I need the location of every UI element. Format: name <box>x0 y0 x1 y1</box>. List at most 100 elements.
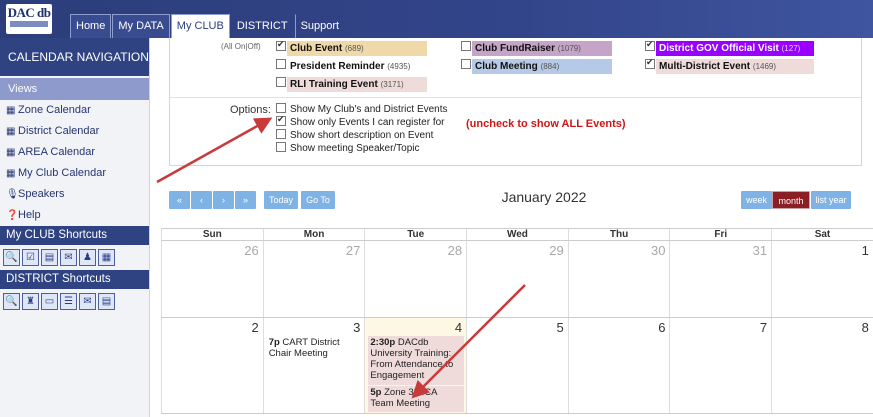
today-button[interactable]: Today <box>264 191 298 209</box>
sidebar-title: CALENDAR NAVIGATION <box>0 38 149 76</box>
calendar-icon: ▦ <box>6 168 16 179</box>
nav-tab-my-data[interactable]: My DATA <box>112 14 170 38</box>
club-directory-icon[interactable]: ▤ <box>41 249 58 266</box>
day-cell[interactable]: 1 <box>771 241 873 317</box>
folder-icon[interactable]: ▭ <box>41 293 58 310</box>
filter-district-gov-official-visit[interactable]: District GOV Official Visit (127) <box>656 41 814 56</box>
month-calendar-grid: Sun Mon Tue Wed Thu Fri Sat 26 27 28 29 … <box>161 228 873 414</box>
calendar-toolbar: « ‹ › » Today Go To January 2022 week mo… <box>169 189 862 209</box>
club-meeting-checkbox[interactable] <box>461 59 471 69</box>
nav-tab-district[interactable]: DISTRICT <box>231 14 294 38</box>
all-on-off-toggle[interactable]: (All On|Off) <box>221 42 261 51</box>
attendance-icon[interactable]: ☑ <box>22 249 39 266</box>
list-icon[interactable]: ☰ <box>60 293 77 310</box>
option-checkbox[interactable] <box>276 103 286 114</box>
day-cell[interactable]: 31 <box>669 241 771 317</box>
search-members-icon[interactable]: 🔍 <box>3 249 20 266</box>
day-cell[interactable]: 28 <box>364 241 466 317</box>
nav-tab-my-club[interactable]: My CLUB <box>170 14 230 38</box>
day-cell[interactable]: 7 <box>669 318 771 413</box>
district-gov-visit-checkbox[interactable] <box>645 39 655 51</box>
event-filter-panel: (All On|Off) Club Event (689) President … <box>169 38 862 166</box>
day-cell[interactable]: 5 <box>466 318 568 413</box>
sidebar-item-my-club-calendar[interactable]: ▦ My Club Calendar <box>0 163 149 184</box>
options-label: Options: <box>230 104 271 116</box>
rli-training-checkbox[interactable] <box>276 77 286 87</box>
views-header: Views <box>0 78 149 100</box>
multi-district-checkbox[interactable] <box>645 57 655 69</box>
day-cell[interactable]: 30 <box>567 241 670 317</box>
calendar-event[interactable]: 7p CART District Chair Meeting <box>267 336 363 360</box>
top-navigation-bar: DAC db Home My DATA My CLUB DISTRICT Sup… <box>0 0 873 38</box>
calendar-icon: ▦ <box>6 126 16 137</box>
nav-tab-home[interactable]: Home <box>70 14 112 38</box>
org-chart-icon[interactable]: ♜ <box>22 293 39 310</box>
dow-mon: Mon <box>262 229 365 240</box>
club-fundraiser-checkbox[interactable] <box>461 41 471 51</box>
reports-icon[interactable]: ▦ <box>98 249 115 266</box>
calendar-month-title: January 2022 <box>501 189 587 205</box>
email-icon[interactable]: ✉ <box>60 249 77 266</box>
day-cell-today[interactable]: 4 2:30p DACdb University Training: From … <box>364 318 467 413</box>
directory-icon[interactable]: ▤ <box>98 293 115 310</box>
filter-president-reminder[interactable]: President Reminder (4935) <box>287 59 427 74</box>
filter-multi-district-event[interactable]: Multi-District Event (1469) <box>656 59 814 74</box>
option-checkbox[interactable] <box>276 142 286 153</box>
microphone-icon: 🎙 <box>6 189 19 200</box>
president-reminder-checkbox[interactable] <box>276 59 286 69</box>
week-row: 26 27 28 29 30 31 1 <box>161 241 873 318</box>
club-event-checkbox[interactable] <box>276 39 286 51</box>
dow-tue: Tue <box>364 229 466 240</box>
day-cell[interactable]: 3 7p CART District Chair Meeting <box>262 318 365 413</box>
day-of-week-header: Sun Mon Tue Wed Thu Fri Sat <box>161 228 873 241</box>
dow-wed: Wed <box>466 229 568 240</box>
sidebar-item-speakers[interactable]: 🎙Speakers <box>0 184 149 205</box>
filter-club-meeting[interactable]: Club Meeting (884) <box>472 59 612 74</box>
filter-club-event[interactable]: Club Event (689) <box>287 41 427 56</box>
club-shortcuts-header: My CLUB Shortcuts <box>0 226 149 245</box>
next-year-button[interactable]: » <box>235 191 256 209</box>
calendar-event[interactable]: 5p Zone 33 ICA Team Meeting <box>368 386 465 412</box>
filter-rli-training-event[interactable]: RLI Training Event (3171) <box>287 77 427 92</box>
option-short-description[interactable]: Show short description on Event <box>276 129 433 141</box>
dacdb-logo[interactable]: DAC db <box>6 4 52 34</box>
sidebar-item-area-calendar[interactable]: ▦ AREA Calendar <box>0 142 149 163</box>
district-shortcuts-row: 🔍 ♜ ▭ ☰ ✉ ▤ <box>0 289 149 314</box>
option-show-club-district[interactable]: Show My Club's and District Events <box>276 103 448 115</box>
prev-year-button[interactable]: « <box>169 191 190 209</box>
dow-fri: Fri <box>669 229 771 240</box>
dow-thu: Thu <box>567 229 670 240</box>
option-show-registerable[interactable]: Show only Events I can register for <box>276 114 445 128</box>
option-speaker-topic[interactable]: Show meeting Speaker/Topic <box>276 142 420 154</box>
option-checkbox[interactable] <box>276 129 286 140</box>
nav-tab-support[interactable]: Support <box>294 14 346 38</box>
filter-club-fundraiser[interactable]: Club FundRaiser (1079) <box>472 41 612 56</box>
calendar-event[interactable]: 2:30p DACdb University Training: From At… <box>368 336 465 385</box>
list-year-view-button[interactable]: list year <box>811 191 851 209</box>
day-cell[interactable]: 26 <box>161 241 263 317</box>
option-checkbox[interactable] <box>276 114 286 127</box>
week-view-button[interactable]: week <box>741 191 772 209</box>
goto-button[interactable]: Go To <box>301 191 335 209</box>
options-divider <box>170 97 861 98</box>
day-cell[interactable]: 8 <box>771 318 873 413</box>
club-officers-icon[interactable]: ♟ <box>79 249 96 266</box>
mail-icon[interactable]: ✉ <box>79 293 96 310</box>
day-cell[interactable]: 6 <box>567 318 670 413</box>
prev-month-button[interactable]: ‹ <box>191 191 212 209</box>
next-month-button[interactable]: › <box>213 191 234 209</box>
day-cell[interactable]: 27 <box>262 241 365 317</box>
month-view-button[interactable]: month <box>772 191 810 209</box>
day-cell[interactable]: 29 <box>466 241 568 317</box>
search-icon[interactable]: 🔍 <box>3 293 20 310</box>
district-shortcuts-header: DISTRICT Shortcuts <box>0 270 149 289</box>
sidebar-item-district-calendar[interactable]: ▦ District Calendar <box>0 121 149 142</box>
main-nav-tabs: Home My DATA My CLUB DISTRICT Support <box>70 14 346 38</box>
question-circle-icon: ❓ <box>6 210 19 221</box>
calendar-main: (All On|Off) Club Event (689) President … <box>151 38 873 417</box>
club-shortcuts-row: 🔍 ☑ ▤ ✉ ♟ ▦ <box>0 245 149 270</box>
day-cell[interactable]: 2 <box>161 318 263 413</box>
dow-sat: Sat <box>771 229 873 240</box>
sidebar-item-zone-calendar[interactable]: ▦ Zone Calendar <box>0 100 149 121</box>
sidebar-item-help[interactable]: ❓Help <box>0 205 149 226</box>
